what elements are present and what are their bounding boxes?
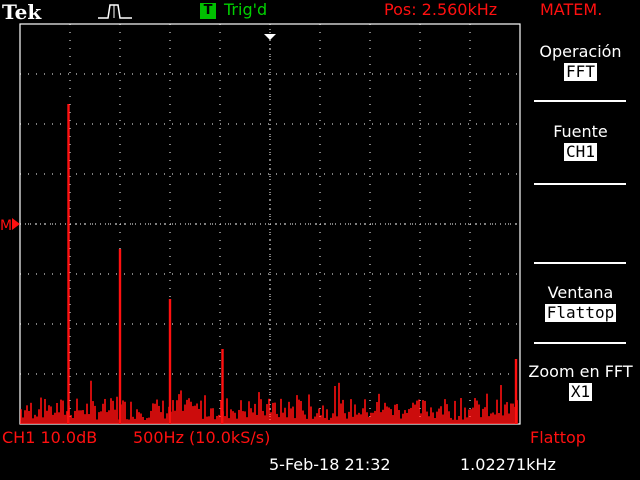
menu-zoom-value: X1 (568, 382, 593, 401)
menu-window-value: Flattop (544, 303, 617, 322)
graticule-grid (19, 23, 521, 425)
fft-trace (20, 104, 518, 424)
menu-divider (534, 342, 626, 344)
math-marker-icon (12, 218, 20, 230)
menu-source-label: Fuente (553, 122, 608, 141)
menu-divider (534, 183, 626, 185)
trigger-status: Trig'd (224, 0, 268, 19)
trigger-position-icon (264, 34, 276, 40)
menu-window[interactable]: Ventana Flattop (521, 283, 640, 322)
math-marker-label: M (0, 218, 12, 234)
date-time-readout: 5-Feb-18 21:32 (269, 455, 391, 474)
trigger-waveform-icon (98, 4, 132, 19)
ch1-scale-readout: CH1 10.0dB (2, 428, 98, 447)
menu-source-value: CH1 (564, 142, 597, 161)
frequency-readout: 1.02271kHz (460, 455, 556, 474)
menu-title: MATEM. (540, 0, 603, 19)
menu-window-label: Ventana (547, 283, 614, 302)
menu-divider (534, 262, 626, 264)
window-readout: Flattop (530, 428, 586, 447)
menu-divider (534, 100, 626, 102)
menu-operation-label: Operación (539, 42, 622, 61)
menu-operation[interactable]: Operación FFT (521, 42, 640, 81)
menu-zoom[interactable]: Zoom en FFT X1 (521, 362, 640, 401)
menu-source[interactable]: Fuente CH1 (521, 122, 640, 161)
trigger-badge: T (200, 3, 216, 19)
position-readout: Pos: 2.560kHz (384, 0, 498, 19)
timebase-readout: 500Hz (10.0kS/s) (133, 428, 271, 447)
menu-zoom-label: Zoom en FFT (528, 362, 633, 381)
menu-operation-value: FFT (564, 62, 597, 81)
